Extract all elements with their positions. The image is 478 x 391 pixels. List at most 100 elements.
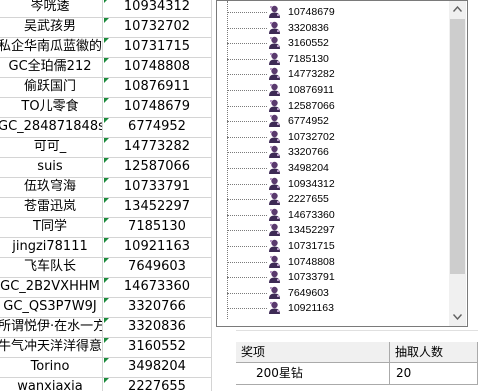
table-row[interactable]: 私企华南瓜蓝徽的 10731715: [0, 37, 212, 58]
id-cell[interactable]: 14773282: [103, 137, 212, 158]
name-cell[interactable]: 苍雷迅岚: [0, 197, 103, 218]
table-row[interactable]: TO儿零食 10748679: [0, 97, 212, 118]
tree-item[interactable]: 3160552: [227, 36, 437, 51]
name-cell[interactable]: 飞车队长: [0, 257, 103, 278]
tree-item[interactable]: 3498204: [227, 161, 437, 176]
table-row[interactable]: GC全珀儒212 10748808: [0, 57, 212, 78]
user-avatar-icon: [268, 285, 281, 300]
tree-item[interactable]: 10934312: [227, 176, 437, 192]
name-cell[interactable]: GC_2B2VXHHM: [0, 277, 103, 298]
tree-item[interactable]: 2227655: [227, 192, 437, 207]
name-cell[interactable]: GC_QS3P7W9J: [0, 297, 103, 318]
tree-item[interactable]: 14773282: [227, 67, 437, 82]
id-cell[interactable]: 10921163: [103, 237, 212, 258]
id-cell[interactable]: 10733791: [103, 177, 212, 198]
name-cell[interactable]: 偷跃国门: [0, 77, 103, 98]
id-cell[interactable]: 7185130: [103, 217, 212, 238]
tree-item[interactable]: 10748679: [227, 5, 437, 20]
id-cell[interactable]: 10748679: [103, 97, 212, 118]
id-cell[interactable]: 6774952: [103, 117, 212, 138]
tree-item[interactable]: 10921163: [227, 301, 437, 316]
count-cell[interactable]: 20: [390, 363, 478, 385]
prize-column-header[interactable]: 奖项: [236, 342, 390, 363]
name-cell[interactable]: 私企华南瓜蓝徽的: [0, 37, 103, 58]
table-row[interactable]: 飞车队长 7649603: [0, 257, 212, 278]
prize-cell[interactable]: 200星钻: [236, 363, 390, 385]
tree-item[interactable]: 14673360: [227, 207, 437, 223]
id-cell[interactable]: 10934312: [103, 0, 212, 18]
table-row[interactable]: jingzi78111 10921163: [0, 237, 212, 258]
table-row[interactable]: T同学 7185130: [0, 217, 212, 238]
tree-item[interactable]: 3320766: [227, 145, 437, 160]
tree-item[interactable]: 7649603: [227, 285, 437, 301]
count-column-header[interactable]: 抽取人数: [390, 342, 478, 363]
tree-item[interactable]: 10731715: [227, 239, 437, 254]
id-text: 3320766: [128, 299, 186, 314]
name-cell[interactable]: 伍玖穹海: [0, 177, 103, 198]
name-cell[interactable]: wanxiaxia: [0, 377, 103, 391]
name-cell[interactable]: T同学: [0, 217, 103, 238]
scroll-down-button[interactable]: [449, 309, 466, 326]
name-cell[interactable]: jingzi78111: [0, 237, 103, 258]
id-cell[interactable]: 3320766: [103, 297, 212, 318]
table-row[interactable]: GC_QS3P7W9J 3320766: [0, 297, 212, 318]
id-cell[interactable]: 10731715: [103, 37, 212, 58]
id-cell[interactable]: 13452297: [103, 197, 212, 218]
table-row[interactable]: GC_284871848sa 6774952: [0, 117, 212, 138]
id-cell[interactable]: 3320836: [103, 317, 212, 338]
table-row[interactable]: GC_2B2VXHHM 14673360: [0, 277, 212, 298]
tree-item[interactable]: 3320836: [227, 20, 437, 36]
table-row[interactable]: Torino 3498204: [0, 357, 212, 378]
tree-item-label: 7649603: [288, 286, 329, 299]
spreadsheet-grid: 岑咣逶 10934312 吴武孩男 10732702 私企华南瓜蓝徽的 10731715 G…: [0, 0, 212, 391]
table-row[interactable]: 偷跃国门 10876911: [0, 77, 212, 98]
name-cell[interactable]: TO儿零食: [0, 97, 103, 118]
id-text: 14673360: [123, 279, 191, 294]
table-row[interactable]: wanxiaxia 2227655: [0, 377, 212, 391]
name-cell[interactable]: 所谓悦伊·在水一方: [0, 317, 103, 338]
vertical-scrollbar[interactable]: [449, 1, 466, 326]
user-avatar-icon: [268, 98, 281, 113]
id-cell[interactable]: 7649603: [103, 257, 212, 278]
tree-item[interactable]: 10733791: [227, 270, 437, 285]
name-cell[interactable]: 牛气冲天洋洋得意: [0, 337, 103, 358]
table-row[interactable]: suis 12587066: [0, 157, 212, 178]
id-cell[interactable]: 14673360: [103, 277, 212, 298]
tree-item[interactable]: 10732702: [227, 129, 437, 145]
id-cell[interactable]: 12587066: [103, 157, 212, 178]
name-cell[interactable]: GC全珀儒212: [0, 57, 103, 78]
id-cell[interactable]: 3498204: [103, 357, 212, 378]
table-row[interactable]: 吴武孩男 10732702: [0, 17, 212, 38]
tree-item[interactable]: 6774952: [227, 114, 437, 129]
tree-item[interactable]: 13452297: [227, 223, 437, 238]
table-row[interactable]: 苍雷迅岚 13452297: [0, 197, 212, 218]
table-row[interactable]: 岑咣逶 10934312: [0, 0, 212, 18]
table-row[interactable]: 伍玖穹海 10733791: [0, 177, 212, 198]
tree-item[interactable]: 7185130: [227, 51, 437, 67]
name-cell[interactable]: GC_284871848sa: [0, 117, 103, 138]
name-cell[interactable]: Torino: [0, 357, 103, 378]
id-cell[interactable]: 10748808: [103, 57, 212, 78]
prize-table[interactable]: 奖项 抽取人数 200星钻 20: [236, 342, 478, 391]
user-avatar-icon: [268, 192, 281, 207]
winner-tree-list[interactable]: 10748679 3320836 3160552 7185130 14773282 108…: [216, 0, 468, 327]
name-cell[interactable]: 吴武孩男: [0, 17, 103, 38]
id-cell[interactable]: 2227655: [103, 377, 212, 391]
tree-item[interactable]: 10748808: [227, 254, 437, 270]
name-cell[interactable]: 可可_: [0, 137, 103, 158]
name-cell[interactable]: suis: [0, 157, 103, 178]
tree-connector: [227, 246, 267, 247]
scroll-thumb[interactable]: [450, 19, 465, 274]
tree-item-label: 10921163: [288, 302, 334, 315]
tree-item[interactable]: 12587066: [227, 98, 437, 114]
scroll-up-button[interactable]: [449, 1, 466, 18]
name-cell[interactable]: 岑咣逶: [0, 0, 103, 18]
id-cell[interactable]: 10876911: [103, 77, 212, 98]
table-row[interactable]: 可可_ 14773282: [0, 137, 212, 158]
table-row[interactable]: 牛气冲天洋洋得意 3160552: [0, 337, 212, 358]
id-text: 3160552: [128, 339, 186, 354]
id-cell[interactable]: 10732702: [103, 17, 212, 38]
tree-item[interactable]: 10876911: [227, 83, 437, 98]
table-row[interactable]: 所谓悦伊·在水一方 3320836: [0, 317, 212, 338]
id-cell[interactable]: 3160552: [103, 337, 212, 358]
